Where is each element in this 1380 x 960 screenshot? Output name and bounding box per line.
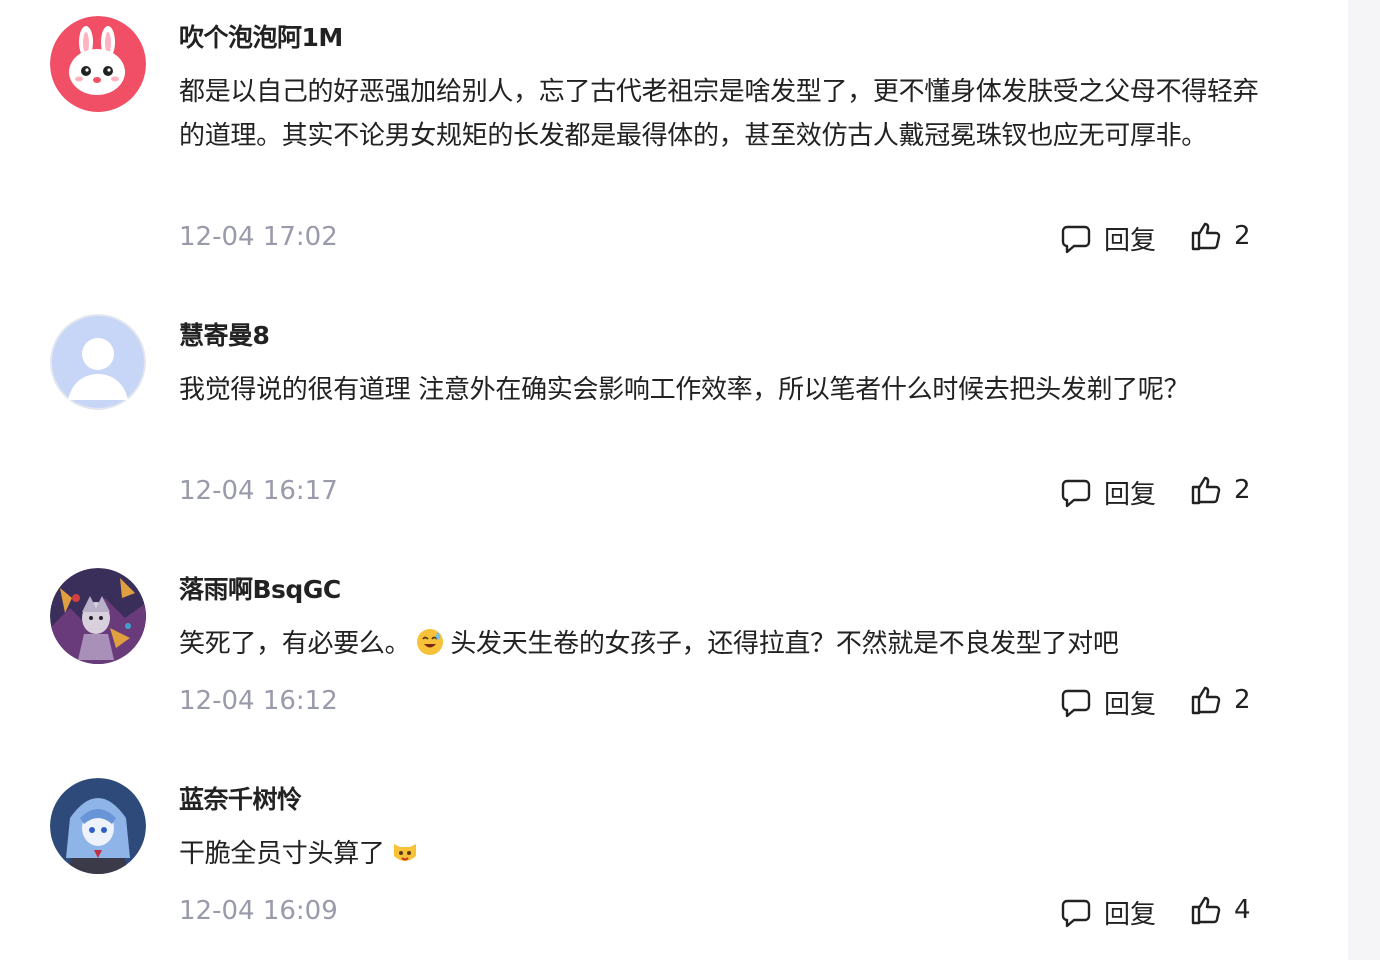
like-button[interactable]: 2	[1190, 684, 1251, 716]
comment-timestamp: 12-04 17:02	[179, 222, 338, 252]
comment-text-part: 干脆全员寸头算了	[179, 839, 385, 869]
like-count: 4	[1234, 895, 1251, 925]
like-count: 2	[1234, 475, 1251, 505]
reply-button[interactable]: 回复	[1060, 474, 1156, 511]
comment-timestamp: 12-04 16:17	[179, 476, 338, 506]
anime-blue-hair-icon	[50, 778, 146, 874]
comment-text: 都是以自己的好恶强加给别人，忘了古代老祖宗是啥发型了，更不懂身体发肤受之父母不得…	[179, 77, 1259, 151]
comment-timestamp: 12-04 16:09	[179, 896, 338, 926]
thumbs-up-icon	[1190, 894, 1222, 926]
sweat-smile-emoji-icon	[416, 626, 444, 655]
like-count: 2	[1234, 685, 1251, 715]
pink-bunny-icon	[50, 16, 146, 112]
reply-button[interactable]: 回复	[1060, 684, 1156, 721]
thumbs-up-icon	[1190, 220, 1222, 252]
user-avatar[interactable]	[50, 16, 146, 112]
chat-bubble-icon	[1060, 477, 1092, 509]
like-button[interactable]: 2	[1190, 474, 1251, 506]
chat-bubble-icon	[1060, 897, 1092, 929]
like-button[interactable]: 4	[1190, 894, 1251, 926]
username[interactable]: 落雨啊BsqGC	[179, 570, 341, 606]
reply-label: 回复	[1104, 480, 1157, 510]
chat-bubble-icon	[1060, 223, 1092, 255]
comment-text-part: 头发天生卷的女孩子，还得拉直？不然就是不良发型了对吧	[450, 629, 1119, 659]
reply-label: 回复	[1104, 226, 1157, 256]
anime-character-icon	[50, 568, 146, 664]
user-avatar[interactable]	[50, 778, 146, 874]
comment-text: 干脆全员寸头算了	[179, 832, 1259, 876]
cat-face-emoji-icon	[391, 836, 419, 864]
reply-label: 回复	[1104, 690, 1157, 720]
like-count: 2	[1234, 221, 1251, 251]
username[interactable]: 蓝奈千树怜	[179, 780, 302, 816]
username[interactable]: 吹个泡泡阿1M	[179, 18, 343, 54]
thumbs-up-icon	[1190, 684, 1222, 716]
comment-text: 笑死了，有必要么。 头发天生卷的女孩子，还得拉直？不然就是不良发型了对吧	[179, 622, 1259, 666]
comment-timestamp: 12-04 16:12	[179, 686, 338, 716]
comment-text-part: 笑死了，有必要么。	[179, 629, 411, 659]
like-button[interactable]: 2	[1190, 220, 1251, 252]
comment-text: 我觉得说的很有道理 注意外在确实会影响工作效率，所以笔者什么时候去把头发剃了呢？	[179, 375, 1190, 405]
default-user-icon	[50, 314, 146, 410]
thumbs-up-icon	[1190, 474, 1222, 506]
user-avatar[interactable]	[50, 314, 146, 410]
comment-feed: 吹个泡泡阿1M 都是以自己的好恶强加给别人，忘了古代老祖宗是啥发型了，更不懂身体…	[0, 0, 1380, 960]
scrollbar-track[interactable]	[1348, 0, 1380, 960]
reply-button[interactable]: 回复	[1060, 894, 1156, 931]
reply-label: 回复	[1104, 900, 1157, 930]
user-avatar[interactable]	[50, 568, 146, 664]
username[interactable]: 慧寄曼8	[179, 316, 270, 352]
reply-button[interactable]: 回复	[1060, 220, 1156, 257]
chat-bubble-icon	[1060, 687, 1092, 719]
